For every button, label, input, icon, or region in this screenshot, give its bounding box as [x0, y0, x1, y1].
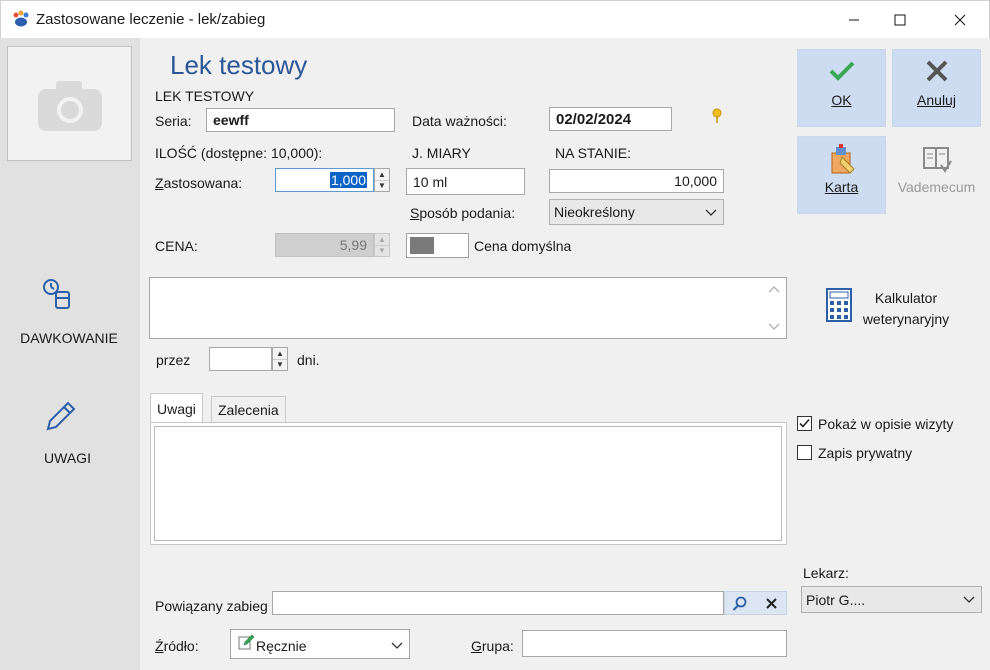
unit-label: J. MIARY [412, 145, 471, 161]
source-value: Ręcznie [256, 638, 307, 654]
vademecum-button[interactable]: Vademecum [892, 136, 981, 214]
cancel-button[interactable]: Anuluj [892, 49, 981, 127]
calculator-label-1: Kalkulator [874, 290, 938, 306]
clear-icon[interactable] [766, 598, 777, 609]
spin-up-icon[interactable]: ▲ [375, 169, 389, 180]
default-price-toggle[interactable] [406, 233, 469, 258]
source-select[interactable]: Ręcznie [230, 629, 410, 659]
close-icon [954, 14, 966, 26]
show-in-visit-checkbox[interactable]: Pokaż w opisie wizyty [797, 415, 977, 435]
x-icon [926, 60, 947, 82]
spin-up-icon[interactable]: ▲ [273, 348, 287, 359]
checkbox-box[interactable] [797, 445, 812, 460]
dosage-icon [43, 279, 70, 309]
minimize-button[interactable] [831, 1, 877, 39]
group-input[interactable] [522, 630, 787, 657]
chevron-down-icon [705, 209, 717, 216]
dosage-label: DAWKOWANIE [20, 330, 118, 346]
title-bar: Zastosowane leczenie - lek/zabieg [0, 0, 990, 38]
applied-label: Zastosowana: [155, 175, 243, 191]
notes-label: UWAGI [44, 450, 91, 466]
checkbox-box[interactable] [797, 416, 812, 431]
price-stepper[interactable]: ▲ ▼ [374, 233, 390, 257]
price-label: CENA: [155, 238, 198, 254]
default-price-label: Cena domyślna [474, 238, 572, 254]
route-label: Sposób podania: [410, 205, 516, 221]
maximize-button[interactable] [877, 1, 923, 39]
show-in-visit-label: Pokaż w opisie wizyty [818, 416, 954, 432]
notes-nav-button[interactable]: UWAGI [0, 395, 140, 475]
stock-input[interactable]: 10,000 [549, 169, 724, 193]
days-input[interactable] [209, 347, 272, 371]
route-select[interactable]: Nieokreślony [549, 199, 724, 225]
close-button[interactable] [937, 1, 983, 39]
vademecum-label: Vademecum [897, 179, 976, 195]
pencil-icon [46, 401, 76, 431]
cancel-label: Anuluj [917, 92, 956, 108]
route-value: Nieokreślony [554, 204, 635, 220]
tab-notes[interactable]: Uwagi [150, 393, 203, 423]
checkmark-icon [799, 418, 810, 428]
private-checkbox[interactable]: Zapis prywatny [797, 444, 977, 464]
expiry-date-input[interactable]: 02/02/2024 [549, 107, 672, 131]
doctor-label: Lekarz: [803, 565, 849, 581]
spin-down-icon[interactable]: ▼ [375, 244, 389, 257]
notes-tab-content[interactable] [150, 422, 787, 545]
checkmark-icon [829, 61, 854, 81]
drug-code: LEK TESTOWY [155, 88, 255, 104]
series-input[interactable]: eewff [206, 108, 395, 132]
tab-recommendations[interactable]: Zalecenia [211, 396, 286, 423]
dosage-nav-button[interactable]: DAWKOWANIE [0, 270, 140, 360]
paw-icon [13, 10, 29, 27]
private-label: Zapis prywatny [818, 445, 913, 461]
expiry-label: Data ważności: [412, 113, 507, 129]
series-label: Seria: [155, 113, 192, 129]
related-procedure-label: Powiązany zabieg [155, 598, 268, 614]
calculator-icon [826, 288, 852, 322]
related-procedure-input[interactable] [272, 591, 724, 615]
chevron-down-icon [963, 596, 975, 603]
scroll-up-icon[interactable] [768, 284, 780, 294]
card-icon [831, 144, 855, 174]
card-label: Karta [824, 179, 859, 195]
quantity-label: ILOŚĆ (dostępne: 10,000): [155, 145, 323, 161]
source-label: Źródło: [155, 638, 199, 654]
drug-name: Lek testowy [170, 50, 308, 80]
maximize-icon [894, 14, 906, 26]
scroll-down-icon[interactable] [768, 322, 780, 332]
search-icon[interactable] [732, 596, 748, 612]
days-label: dni. [297, 352, 320, 368]
photo-placeholder[interactable] [7, 46, 132, 161]
over-label: przez [156, 352, 191, 368]
spin-down-icon[interactable]: ▼ [375, 179, 389, 192]
price-input[interactable]: 5,99 [275, 233, 374, 257]
calculator-label-2: weterynaryjny [862, 311, 950, 327]
ok-label: OK [831, 92, 852, 108]
spin-up-icon[interactable]: ▲ [375, 234, 389, 245]
edit-icon [238, 634, 254, 650]
applied-quantity-stepper[interactable]: ▲ ▼ [374, 168, 390, 192]
applied-quantity-input[interactable]: 1,000 [275, 168, 374, 192]
spin-down-icon[interactable]: ▼ [273, 358, 287, 371]
book-icon [922, 147, 952, 173]
camera-icon [38, 81, 102, 131]
doctor-select[interactable]: Piotr G.... [801, 586, 982, 613]
stock-label: NA STANIE: [555, 145, 631, 161]
days-stepper[interactable]: ▲ ▼ [272, 347, 288, 371]
ok-button[interactable]: OK [797, 49, 886, 127]
calculator-button[interactable]: Kalkulator weterynaryjny [820, 283, 970, 333]
applied-quantity-value: 1,000 [329, 172, 367, 188]
pin-icon[interactable] [711, 108, 723, 124]
card-button[interactable]: Karta [797, 136, 886, 214]
minimize-icon [849, 19, 859, 21]
dosage-textarea[interactable] [149, 277, 787, 339]
toggle-knob [410, 237, 434, 254]
related-procedure-actions [724, 591, 787, 615]
notes-textarea[interactable] [154, 426, 782, 541]
doctor-value: Piotr G.... [806, 591, 866, 608]
unit-input[interactable]: 10 ml [406, 168, 525, 195]
window-title: Zastosowane leczenie - lek/zabieg [36, 11, 266, 28]
group-label: Grupa: [471, 638, 514, 654]
chevron-down-icon [391, 642, 403, 649]
